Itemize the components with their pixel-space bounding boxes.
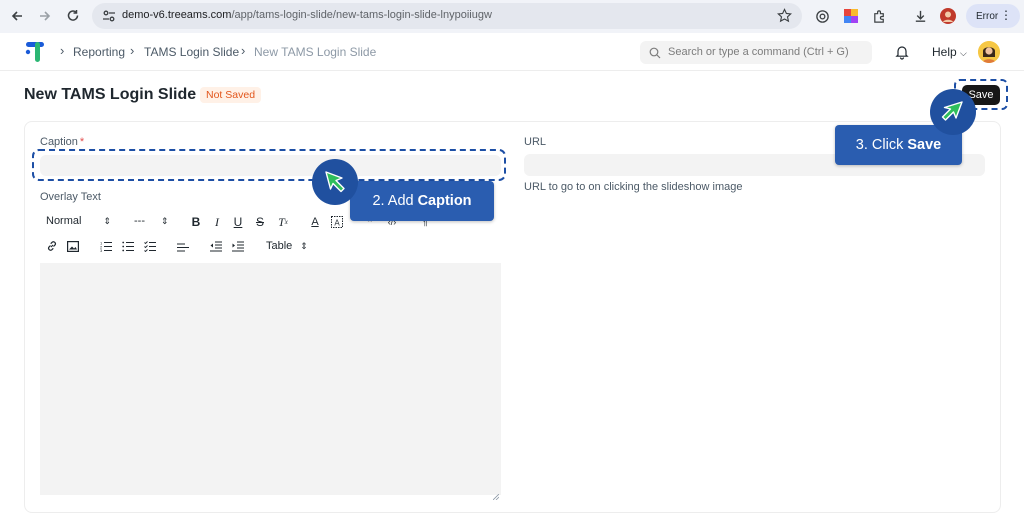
- more-options-icon[interactable]: ⋮: [1000, 9, 1012, 21]
- status-badge: Not Saved: [200, 87, 262, 103]
- reload-icon[interactable]: [62, 5, 84, 27]
- url-help-text: URL to go to on clicking the slideshow i…: [524, 181, 743, 193]
- app-logo[interactable]: [24, 39, 50, 65]
- caption-label: Caption *: [40, 136, 85, 148]
- background-color-icon[interactable]: A: [330, 215, 343, 229]
- caption-highlight-outline: [32, 149, 506, 181]
- select-arrows-icon: ⇕: [161, 215, 169, 226]
- link-icon[interactable]: [45, 239, 58, 253]
- site-settings-icon[interactable]: [102, 9, 116, 28]
- extensions-icon[interactable]: [869, 6, 889, 26]
- avatar[interactable]: [978, 41, 1000, 63]
- star-icon[interactable]: [777, 8, 792, 28]
- breadcrumb-separator: ›: [241, 43, 246, 58]
- image-icon[interactable]: [66, 239, 79, 253]
- size-select[interactable]: --- ⇕: [134, 214, 169, 228]
- align-icon[interactable]: [176, 239, 189, 253]
- search-placeholder: Search or type a command (Ctrl + G): [668, 46, 849, 58]
- svg-text:3: 3: [100, 248, 103, 252]
- indent-icon[interactable]: [231, 239, 244, 253]
- profile-avatar-icon[interactable]: [938, 6, 958, 26]
- search-icon: [649, 46, 661, 59]
- breadcrumb-tams-login-slide[interactable]: TAMS Login Slide: [144, 45, 239, 59]
- header-select[interactable]: Normal ⇕: [46, 214, 111, 228]
- app-navbar: › Reporting › TAMS Login Slide › New TAM…: [0, 33, 1024, 71]
- bullet-list-icon[interactable]: [121, 239, 134, 253]
- check-list-icon[interactable]: [143, 239, 156, 253]
- extension-chat-icon[interactable]: [812, 6, 832, 26]
- address-bar[interactable]: demo-v6.treeams.com/app/tams-login-slide…: [92, 3, 802, 29]
- ordered-list-icon[interactable]: 123: [99, 239, 112, 253]
- breadcrumb-current: New TAMS Login Slide: [254, 45, 377, 59]
- url-label: URL: [524, 136, 547, 148]
- bold-icon[interactable]: B: [190, 215, 202, 229]
- pointer-cursor-icon: [312, 159, 358, 205]
- forward-arrow-icon[interactable]: [34, 5, 56, 27]
- breadcrumb-separator: ›: [60, 43, 65, 58]
- chevron-down-icon: ⌵: [960, 48, 967, 58]
- bell-icon[interactable]: [894, 44, 910, 60]
- breadcrumb-reporting[interactable]: Reporting: [73, 45, 125, 59]
- svg-text:A: A: [334, 219, 340, 228]
- page-title: New TAMS Login Slide: [24, 86, 197, 103]
- overlay-text-label: Overlay Text: [40, 191, 101, 203]
- breadcrumb-separator: ›: [130, 43, 135, 58]
- overlay-text-editor[interactable]: [40, 263, 501, 501]
- strikethrough-icon[interactable]: S: [254, 215, 266, 229]
- underline-icon[interactable]: U: [232, 215, 244, 229]
- color-extension-icon[interactable]: [841, 6, 861, 26]
- back-arrow-icon[interactable]: [6, 5, 28, 27]
- italic-icon[interactable]: I: [211, 215, 223, 229]
- pointer-cursor-icon: [930, 89, 976, 135]
- browser-toolbar: demo-v6.treeams.com/app/tams-login-slide…: [0, 0, 1024, 33]
- select-arrows-icon: ⇕: [103, 215, 111, 226]
- outdent-icon[interactable]: [209, 239, 222, 253]
- text-color-icon[interactable]: A: [309, 215, 321, 229]
- search-input[interactable]: Search or type a command (Ctrl + G): [640, 41, 872, 64]
- select-arrows-icon: ⇕: [300, 240, 308, 251]
- help-menu[interactable]: Help ⌵: [932, 45, 967, 59]
- table-select[interactable]: Table ⇕: [266, 239, 308, 253]
- download-icon[interactable]: [910, 6, 930, 26]
- profile-error-button[interactable]: Error ⋮: [966, 4, 1020, 28]
- url-text: demo-v6.treeams.com/app/tams-login-slide…: [122, 9, 492, 21]
- resize-handle-icon[interactable]: [492, 487, 500, 501]
- clear-format-icon[interactable]: Tx: [276, 215, 290, 229]
- step-2-callout: 2. Add Caption: [350, 181, 494, 221]
